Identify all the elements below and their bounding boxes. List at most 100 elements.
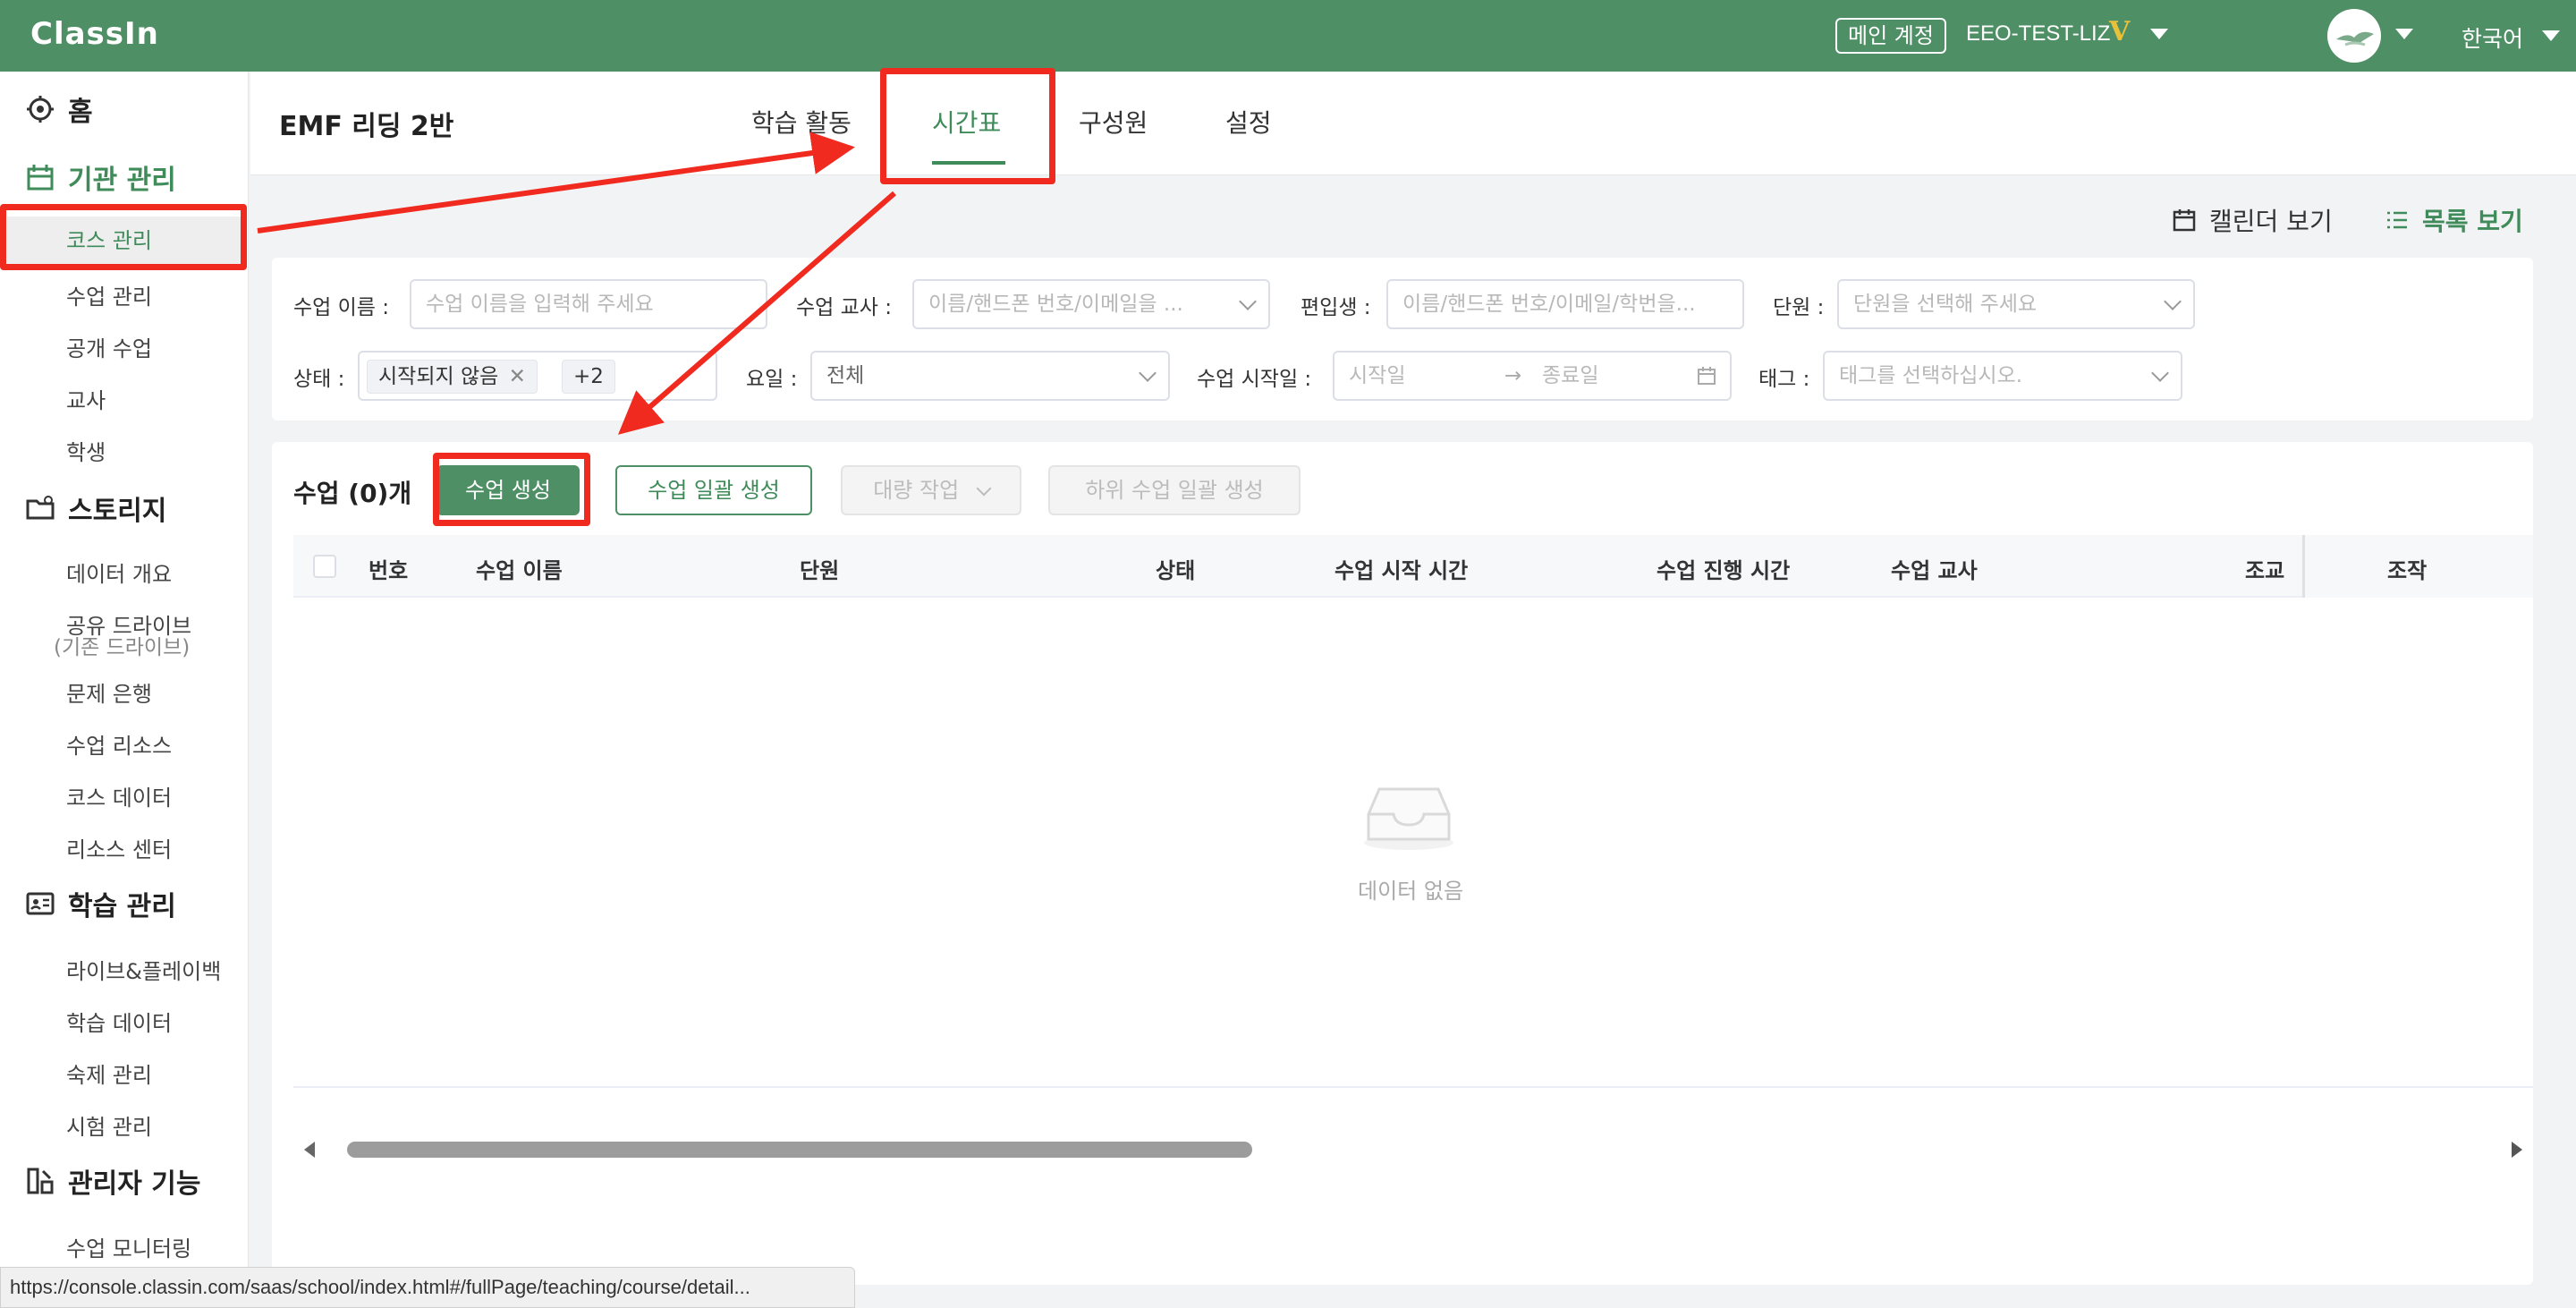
sidebar-item-resource-center[interactable]: 리소스 센터 <box>66 832 172 863</box>
sidebar-item-student[interactable]: 학생 <box>66 435 106 466</box>
start-date-placeholder[interactable]: 시작일 <box>1349 364 1405 387</box>
bulk-create-lesson-button[interactable]: 수업 일괄 생성 <box>615 465 812 515</box>
admin-tools-icon <box>27 1168 54 1194</box>
chevron-down-icon <box>2151 364 2169 382</box>
annotation-box-course-management <box>0 204 247 270</box>
list-view-label: 목록 보기 <box>2422 207 2523 236</box>
sidebar-home[interactable]: 홈 <box>25 89 93 129</box>
list-icon <box>2387 211 2407 229</box>
top-bar: ClassIn 메인 계정 EEO-TEST-LIZ V 한국어 <box>0 0 2576 72</box>
weekday-select-value: 전체 <box>826 364 865 387</box>
table-bottom-divider <box>293 1086 2533 1088</box>
sidebar-section-storage[interactable]: 스토리지 <box>25 488 166 528</box>
start-date-label: 수업 시작일 : <box>1197 368 1312 391</box>
chevron-down-icon <box>1239 293 1257 310</box>
close-icon[interactable]: ✕ <box>509 365 526 388</box>
account-name[interactable]: EEO-TEST-LIZ <box>1966 21 2110 47</box>
sidebar-section-org[interactable]: 기관 관리 <box>25 157 176 197</box>
transfer-student-input[interactable]: 이름/핸드폰 번호/이메일/학번을... <box>1386 279 1744 329</box>
tab-settings[interactable]: 설정 <box>1225 104 1272 140</box>
avatar-dropdown-icon[interactable] <box>2395 29 2413 39</box>
sidebar-item-open-lesson[interactable]: 공개 수업 <box>66 331 152 362</box>
column-lesson-name[interactable]: 수업 이름 <box>476 553 563 584</box>
language-dropdown-icon[interactable] <box>2542 30 2560 41</box>
sidebar-item-homework[interactable]: 숙제 관리 <box>66 1057 152 1089</box>
tag-label: 태그 : <box>1758 368 1810 391</box>
status-more-chip: +2 <box>562 360 615 394</box>
avatar-image-icon <box>2336 31 2374 47</box>
column-actions: 조작 <box>2387 558 2428 583</box>
scroll-left-icon[interactable] <box>304 1142 315 1158</box>
status-url-bar: https://console.classin.com/saas/school/… <box>0 1267 855 1308</box>
status-chip[interactable]: 시작되지 않음 ✕ <box>367 360 538 394</box>
vip-badge: V <box>2109 16 2131 47</box>
calendar-icon <box>1698 367 1716 385</box>
tag-select-placeholder: 태그를 선택하십시오. <box>1839 364 2023 387</box>
column-duration[interactable]: 수업 진행 시간 <box>1657 553 1790 584</box>
main-account-badge[interactable]: 메인 계정 <box>1835 18 1946 54</box>
sidebar-item-exam[interactable]: 시험 관리 <box>66 1109 152 1141</box>
lesson-table-panel: 수업 (0)개 수업 생성 수업 일괄 생성 대량 작업 하위 수업 일괄 생성… <box>272 442 2533 1285</box>
course-header: EMF 리딩 2반 학습 활동 시간표 구성원 설정 <box>250 72 2576 175</box>
avatar[interactable] <box>2327 9 2381 63</box>
empty-state-text: 데이터 없음 <box>1358 879 1464 904</box>
select-all-checkbox[interactable] <box>313 555 336 578</box>
sidebar-item-course-data[interactable]: 코스 데이터 <box>66 780 172 811</box>
filter-panel: 수업 이름 : 수업 이름을 입력해 주세요 수업 교사 : 이름/핸드폰 번호… <box>272 258 2533 420</box>
column-teacher[interactable]: 수업 교사 <box>1891 553 1978 584</box>
sidebar-section-admin[interactable]: 관리자 기능 <box>25 1161 200 1201</box>
teacher-select[interactable]: 이름/핸드폰 번호/이메일을 ... <box>912 279 1270 329</box>
weekday-label: 요일 : <box>746 368 798 391</box>
calendar-view-label: 캘린더 보기 <box>2209 207 2333 236</box>
status-select[interactable]: 시작되지 않음 ✕ +2 <box>358 351 717 401</box>
column-start-time[interactable]: 수업 시작 시간 <box>1335 553 1468 584</box>
sidebar-section-org-label: 기관 관리 <box>68 165 176 196</box>
unit-select-placeholder: 단원을 선택해 주세요 <box>1853 293 2038 316</box>
bulk-action-button[interactable]: 대량 작업 <box>841 465 1021 515</box>
annotation-box-timetable-tab <box>880 68 1055 184</box>
calendar-icon <box>2173 209 2196 232</box>
teacher-select-placeholder: 이름/핸드폰 번호/이메일을 ... <box>928 293 1183 316</box>
sidebar-section-storage-label: 스토리지 <box>68 496 167 527</box>
account-dropdown-icon[interactable] <box>2150 29 2168 39</box>
sidebar-item-question-bank[interactable]: 문제 은행 <box>66 676 152 708</box>
sidebar-item-lesson-resources[interactable]: 수업 리소스 <box>66 728 172 760</box>
tag-select[interactable]: 태그를 선택하십시오. <box>1823 351 2182 401</box>
folder-icon <box>26 496 55 520</box>
sidebar-item-teacher[interactable]: 교사 <box>66 383 106 414</box>
sidebar-section-learning-label: 학습 관리 <box>68 891 176 922</box>
end-date-placeholder[interactable]: 종료일 <box>1542 352 1598 399</box>
lesson-name-input[interactable]: 수업 이름을 입력해 주세요 <box>410 279 767 329</box>
unit-select[interactable]: 단원을 선택해 주세요 <box>1837 279 2195 329</box>
horizontal-scrollbar[interactable] <box>293 1138 2533 1158</box>
empty-inbox-icon <box>1364 787 1453 850</box>
status-chip-label: 시작되지 않음 <box>378 365 499 388</box>
gear-icon <box>27 96 54 123</box>
scrollbar-thumb[interactable] <box>347 1142 1252 1158</box>
scroll-right-icon[interactable] <box>2512 1142 2522 1158</box>
classin-logo[interactable]: ClassIn <box>30 16 159 52</box>
column-unit[interactable]: 단원 <box>800 553 839 584</box>
sidebar-item-lesson-management[interactable]: 수업 관리 <box>66 279 152 310</box>
tab-learning-activity[interactable]: 학습 활동 <box>751 104 852 140</box>
chevron-down-icon <box>1139 364 1157 382</box>
column-status[interactable]: 상태 <box>1156 553 1195 584</box>
weekday-select[interactable]: 전체 <box>810 351 1170 401</box>
sidebar-item-lesson-monitoring[interactable]: 수업 모니터링 <box>66 1231 191 1262</box>
sidebar-item-learning-data[interactable]: 학습 데이터 <box>66 1006 172 1037</box>
sidebar-section-learning[interactable]: 학습 관리 <box>25 884 176 923</box>
language-selector[interactable]: 한국어 <box>2462 21 2523 54</box>
lesson-name-label: 수업 이름 : <box>293 296 390 319</box>
date-range-picker[interactable]: 시작일 → 종료일 <box>1333 351 1732 401</box>
tab-members[interactable]: 구성원 <box>1079 104 1148 140</box>
list-view-toggle[interactable]: 목록 보기 <box>2385 202 2523 238</box>
column-number[interactable]: 번호 <box>369 553 408 584</box>
column-assistant[interactable]: 조교 <box>2245 553 2284 584</box>
sub-lesson-bulk-create-button[interactable]: 하위 수업 일괄 생성 <box>1048 465 1301 515</box>
sidebar-item-data-overview[interactable]: 데이터 개요 <box>66 556 172 588</box>
unit-label: 단원 : <box>1773 296 1825 319</box>
teacher-label: 수업 교사 : <box>796 296 893 319</box>
calendar-view-toggle[interactable]: 캘린더 보기 <box>2172 202 2333 238</box>
fixed-action-column: 조작 <box>2302 535 2533 598</box>
sidebar-item-live-playback[interactable]: 라이브&플레이백 <box>66 954 221 985</box>
